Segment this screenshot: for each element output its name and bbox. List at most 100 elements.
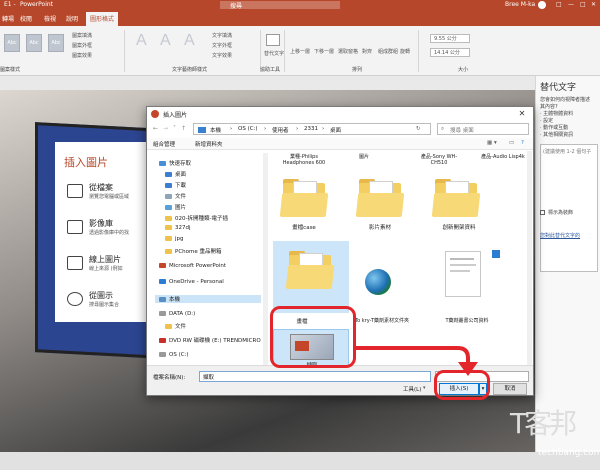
preview-pane-icon[interactable]: ▭ <box>509 140 514 146</box>
folder-label[interactable]: 畫檔case <box>277 223 331 231</box>
nav-folder[interactable]: 020-拆開種類-電子插 <box>165 214 228 222</box>
help-icon[interactable]: ? <box>521 140 524 146</box>
rotate-button[interactable]: 旋轉 <box>400 48 410 55</box>
text-fill-button[interactable]: 文字填滿 <box>212 32 232 39</box>
option-stock-images-title: 影像庫 <box>89 219 113 228</box>
ribbon-display-icon[interactable]: □ <box>556 1 562 8</box>
tab-help[interactable]: 說明 <box>66 14 78 23</box>
height-input[interactable]: 9.55 公分 <box>430 34 470 43</box>
globe-icon[interactable] <box>365 269 391 295</box>
feedback-link[interactable]: 您對此替代文字的 <box>540 232 580 239</box>
alt-text-icon[interactable] <box>266 34 280 46</box>
file-label[interactable]: 產品-Audio Lisp4k <box>481 153 525 160</box>
shape-style-2[interactable]: Abc <box>26 34 42 52</box>
nav-label: OS (C:) <box>169 352 189 358</box>
text-effect-button[interactable]: 文字效果 <box>212 52 232 59</box>
nav-powerpoint[interactable]: Microsoft PowerPoint <box>159 263 226 269</box>
file-label[interactable]: T藥劑叢書公司資料 <box>435 317 499 324</box>
shape-fill-button[interactable]: 圖案填滿 <box>72 32 92 39</box>
wordart-style-2[interactable]: A <box>160 32 171 50</box>
nav-label: 快速存取 <box>169 161 192 167</box>
file-label[interactable]: 圖片 <box>349 153 379 160</box>
title-search-box[interactable]: 搜尋 <box>220 1 340 10</box>
decorative-checkbox[interactable] <box>540 210 545 215</box>
file-label[interactable]: 產品-Sony WH-CH510 <box>419 153 459 166</box>
document-thumbnail[interactable] <box>445 251 481 297</box>
alt-text-button[interactable]: 替代文字 <box>264 50 284 57</box>
user-name[interactable]: Bree M-ka <box>505 1 535 8</box>
nav-folder[interactable]: 文件 <box>165 322 186 330</box>
shape-style-3[interactable]: Abc <box>48 34 64 52</box>
tab-view[interactable]: 檢視 <box>44 14 56 23</box>
nav-folder[interactable]: jpg <box>165 236 184 242</box>
new-folder-button[interactable]: 新增資料夾 <box>195 140 223 148</box>
tab-review[interactable]: 校閱 <box>20 14 32 23</box>
nav-folder[interactable]: 327dj <box>165 225 191 231</box>
folder-item[interactable] <box>431 179 481 217</box>
forward-arrow-icon[interactable]: → <box>163 125 168 132</box>
width-input[interactable]: 14.14 公分 <box>430 48 470 57</box>
view-options-icon[interactable]: ▦ ▾ <box>487 140 497 146</box>
recent-icon[interactable]: ˅ <box>173 125 176 132</box>
file-scrollbar[interactable] <box>527 151 532 365</box>
nav-quick-access[interactable]: 快速存取 <box>159 159 191 167</box>
nav-this-pc[interactable]: 本機 <box>155 295 261 303</box>
shape-effect-button[interactable]: 圖案效果 <box>72 52 92 59</box>
wordart-style-1[interactable]: A <box>136 32 147 50</box>
minimize-icon[interactable]: — <box>568 1 574 8</box>
option-online-pictures-title: 線上圖片 <box>89 255 121 264</box>
nav-downloads[interactable]: 下載 <box>165 181 186 189</box>
shape-outline-button[interactable]: 圖案外框 <box>72 42 92 49</box>
back-arrow-icon[interactable]: ← <box>153 125 158 132</box>
folder-item[interactable] <box>355 179 405 217</box>
maximize-icon[interactable]: □ <box>580 1 586 8</box>
wordart-style-3[interactable]: A <box>184 32 195 50</box>
selection-pane-button[interactable]: 選取窗格 <box>338 48 358 55</box>
file-label[interactable]: 業種-Philips Headphones 600 <box>275 153 333 166</box>
nav-dvd-drive[interactable]: DVD RW 磁碟機 (E:) TRENDMICRO <box>159 336 261 344</box>
folder-label[interactable]: 創新開架資料 <box>429 223 489 231</box>
folder-icon <box>165 216 172 221</box>
breadcrumb-drive[interactable]: OS (C:) <box>238 126 258 132</box>
nav-onedrive[interactable]: OneDrive - Personal <box>159 279 224 285</box>
nav-pictures[interactable]: 圖片 <box>165 203 186 211</box>
nav-documents[interactable]: 文件 <box>165 192 186 200</box>
tab-transitions[interactable]: 轉場 <box>2 14 14 23</box>
group-button[interactable]: 組成群組 <box>378 48 398 55</box>
align-button[interactable]: 對齊 <box>362 48 372 55</box>
folder-item-highlighted[interactable] <box>273 241 349 313</box>
dialog-close-icon[interactable]: ✕ <box>515 109 529 119</box>
cancel-button[interactable]: 取消 <box>493 383 527 395</box>
avatar[interactable] <box>538 1 546 9</box>
text-outline-button[interactable]: 文字外框 <box>212 42 232 49</box>
folder-item[interactable] <box>279 179 329 217</box>
nav-data-drive[interactable]: DATA (D:) <box>159 311 195 317</box>
bring-forward-button[interactable]: 上移一層 <box>290 48 310 55</box>
breadcrumb-pc[interactable]: 本機 <box>210 126 221 134</box>
breadcrumb-user[interactable]: 2331 <box>304 126 318 132</box>
group-label-arrange: 排列 <box>352 67 363 73</box>
address-bar[interactable]: 本機 › OS (C:) › 使用者 › 2331 › 桌面 ↻ <box>193 123 431 135</box>
folder-label[interactable]: 影片素材 <box>353 223 407 231</box>
file-label[interactable]: To kry-T藥劑素材文件夾 <box>349 317 415 324</box>
nav-label: Microsoft PowerPoint <box>169 263 227 269</box>
nav-label: DVD RW 磁碟機 (E:) TRENDMICRO <box>169 338 261 344</box>
close-icon[interactable]: ✕ <box>591 1 596 8</box>
stock-images-icon <box>67 220 83 234</box>
refresh-icon[interactable]: ↻ <box>416 126 421 132</box>
up-arrow-icon[interactable]: ↑ <box>181 125 186 132</box>
nav-scrollbar[interactable] <box>263 153 268 365</box>
dialog-search-input[interactable]: ⌕ 搜尋 桌面 <box>437 123 529 135</box>
breadcrumb-users[interactable]: 使用者 <box>272 126 289 134</box>
nav-desktop[interactable]: 桌面 <box>165 170 186 178</box>
send-backward-button[interactable]: 下移一層 <box>314 48 334 55</box>
organize-button[interactable]: 組合管理 <box>153 140 175 148</box>
shape-style-1[interactable]: Abc <box>4 34 20 52</box>
alt-text-input[interactable]: (建議使用 1-2 個句子 <box>540 144 598 272</box>
nav-os-drive[interactable]: OS (C:) <box>159 352 189 358</box>
tab-shape-format[interactable]: 圖形格式 <box>86 12 119 26</box>
tools-dropdown[interactable]: 工具(L) <box>403 385 421 393</box>
star-icon <box>159 161 166 166</box>
breadcrumb-desktop[interactable]: 桌面 <box>330 126 341 134</box>
nav-folder[interactable]: PChome 重品開箱 <box>165 247 222 255</box>
